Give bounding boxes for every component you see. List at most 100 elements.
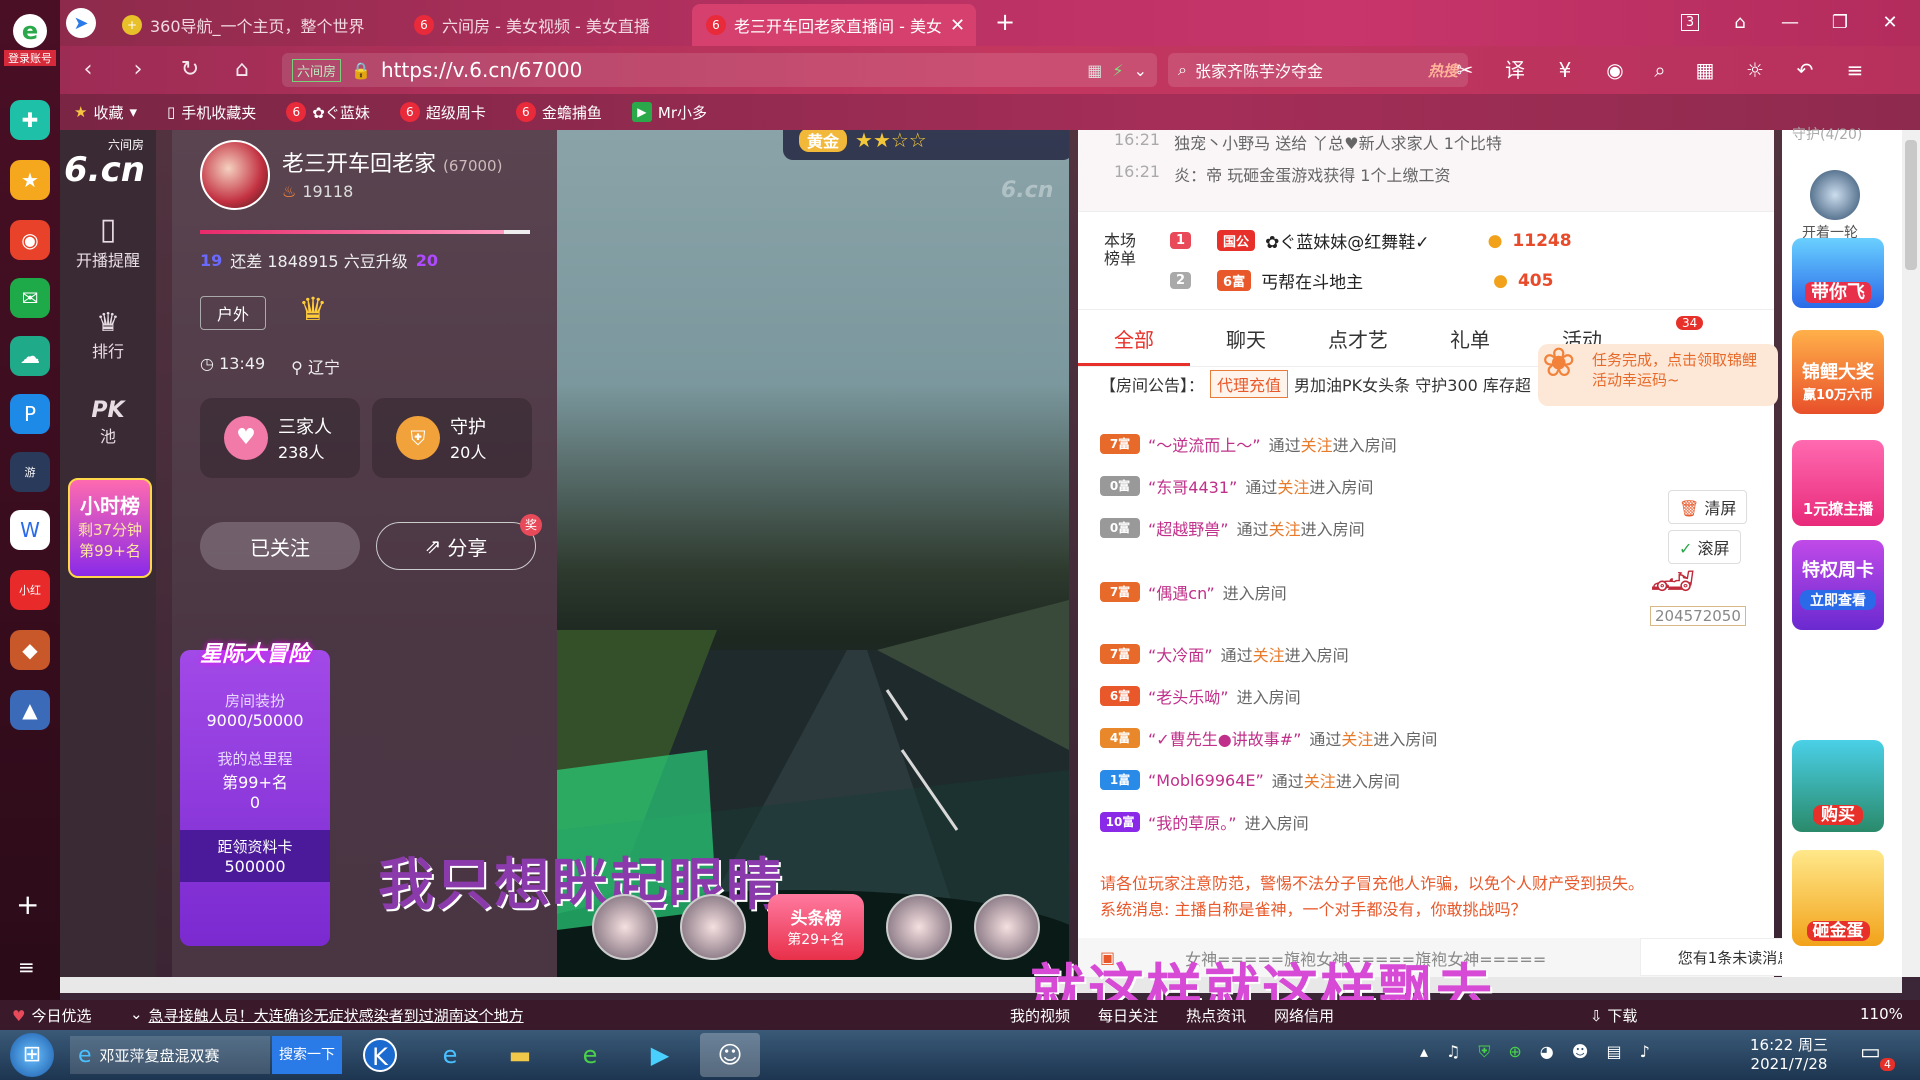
- hot-news-link[interactable]: 热点资讯: [1186, 1005, 1246, 1026]
- news-ticker[interactable]: ⌄ 急寻接触人员！大连确诊无症状感染者到过湖南这个地方: [130, 1005, 524, 1026]
- horizontal-scrollbar[interactable]: [60, 977, 1902, 993]
- action-center-icon[interactable]: ▭: [1860, 1040, 1881, 1065]
- chat-username[interactable]: “老头乐呦”: [1148, 684, 1229, 708]
- tray-arrow-icon[interactable]: ▴: [1420, 1042, 1428, 1062]
- restore-icon[interactable]: ❐: [1820, 8, 1860, 38]
- zoom-level[interactable]: 110%: [1860, 1005, 1903, 1023]
- search-input[interactable]: 张家齐陈芋汐夺金: [1195, 58, 1323, 82]
- followed-button[interactable]: 已关注: [200, 522, 360, 570]
- guard-card[interactable]: ⛨ 守护 20人: [372, 398, 532, 478]
- qr-icon[interactable]: ▦: [1087, 61, 1102, 80]
- clear-screen-button[interactable]: 🗑 清屏: [1668, 490, 1748, 524]
- headline-rank-badge[interactable]: 头条榜 第29+名: [768, 894, 864, 960]
- new-tab-icon[interactable]: +: [990, 8, 1020, 38]
- tab-talent[interactable]: 点才艺: [1302, 314, 1414, 366]
- menu-icon[interactable]: ≡: [1840, 56, 1870, 84]
- add-app-icon[interactable]: +: [16, 888, 39, 921]
- chat-username[interactable]: “～逆流而上～”: [1148, 432, 1261, 456]
- home-icon[interactable]: ⌂: [226, 54, 258, 86]
- tab-chat[interactable]: 聊天: [1190, 314, 1302, 366]
- favorites-star-icon[interactable]: ★: [10, 160, 50, 200]
- volume-icon[interactable]: ♪: [1640, 1042, 1650, 1062]
- plus-circle-icon[interactable]: ⊕: [1508, 1042, 1521, 1062]
- minimize-icon[interactable]: —: [1770, 8, 1810, 38]
- qq-icon[interactable]: ◕: [1540, 1042, 1554, 1062]
- brightness-icon[interactable]: ☼: [1740, 56, 1770, 84]
- chat-username[interactable]: “✓曹先生●讲故事#”: [1148, 726, 1301, 750]
- network-icon[interactable]: ▤: [1606, 1042, 1621, 1062]
- chat-username[interactable]: “我的草原。”: [1148, 810, 1237, 834]
- game-app-icon[interactable]: 游: [10, 452, 50, 492]
- download-link[interactable]: ⇩ 下载: [1590, 1005, 1637, 1026]
- scroll-screen-button[interactable]: ✓ 滚屏: [1668, 530, 1741, 564]
- promo-fly[interactable]: 带你飞: [1792, 238, 1884, 308]
- guard-avatar[interactable]: [1810, 170, 1860, 220]
- promo-buy[interactable]: 购买: [1792, 740, 1884, 832]
- clock[interactable]: 16:22 周三 2021/7/28: [1750, 1034, 1828, 1073]
- video-player-icon[interactable]: ▶: [630, 1033, 690, 1077]
- ranking-row[interactable]: 1 国公 ✿ぐ蓝妹妹@红舞鞋✓ ● 11248: [1170, 228, 1572, 253]
- follow-link[interactable]: 关注: [1277, 478, 1309, 497]
- send-icon[interactable]: ➤: [66, 8, 96, 38]
- tab-gift-list[interactable]: 礼单: [1414, 314, 1526, 366]
- bookmark-mobile[interactable]: ▯ 手机收藏夹: [167, 102, 256, 123]
- fan-avatar[interactable]: [680, 894, 746, 960]
- bookmark-weekly-card[interactable]: 6 超级周卡: [399, 102, 486, 123]
- search-button[interactable]: 搜索一下: [272, 1036, 342, 1074]
- host-avatar[interactable]: [200, 140, 270, 210]
- my-video-link[interactable]: 我的视频: [1010, 1005, 1070, 1026]
- sidebar-app-icon[interactable]: ✚: [10, 100, 50, 140]
- chat-username[interactable]: “东哥4431”: [1148, 474, 1237, 498]
- security-icon[interactable]: ⛨: [1478, 1042, 1490, 1062]
- 360-browser-icon[interactable]: e: [560, 1033, 620, 1077]
- follow-link[interactable]: 关注: [1269, 520, 1301, 539]
- p-app-icon[interactable]: P: [10, 394, 50, 434]
- list-icon[interactable]: ≡: [18, 955, 35, 979]
- adventure-card[interactable]: 星际大冒险 房间装扮 9000/50000 我的总里程 第99+名 0 距领资料…: [180, 642, 330, 946]
- flash-icon[interactable]: ⚡: [1112, 61, 1123, 80]
- daily-picks[interactable]: ♥ 今日优选: [12, 1005, 91, 1026]
- chevron-down-icon[interactable]: ⌄: [1134, 61, 1147, 80]
- mail-icon[interactable]: ✉: [10, 278, 50, 318]
- shop-app-icon[interactable]: 小红: [10, 570, 50, 610]
- coin-icon[interactable]: ¥: [1550, 56, 1580, 84]
- follow-link[interactable]: 关注: [1341, 730, 1373, 749]
- back-icon[interactable]: ‹: [72, 54, 104, 86]
- hourly-rank-card[interactable]: 小时榜 剩37分钟 第99+名: [68, 478, 152, 578]
- close-tab-icon[interactable]: ✕: [950, 15, 965, 36]
- follow-link[interactable]: 关注: [1253, 646, 1285, 665]
- address-bar[interactable]: 六间房 🔒 https://v.6.cn/67000 ▦ ⚡ ⌄: [282, 53, 1157, 87]
- start-button[interactable]: ⊞: [10, 1033, 54, 1077]
- promo-weekly-card[interactable]: 特权周卡 立即查看: [1792, 540, 1884, 630]
- ranking-title[interactable]: 本场榜单: [1102, 232, 1138, 268]
- cloud-icon[interactable]: ☁: [10, 336, 50, 376]
- category-tag[interactable]: 户外: [200, 296, 267, 330]
- chat-username[interactable]: “超越野兽”: [1148, 516, 1229, 540]
- bell-icon[interactable]: ♫: [1446, 1042, 1460, 1062]
- tab-360nav[interactable]: + 360导航_一个主页，整个世界: [108, 4, 398, 46]
- bookmark-lanmei[interactable]: 6 ✿ぐ蓝妹: [286, 102, 370, 123]
- ie-taskbar-icon[interactable]: e: [420, 1033, 480, 1077]
- k-app-icon[interactable]: K: [350, 1033, 410, 1077]
- game-taskbar-icon[interactable]: ☺: [700, 1033, 760, 1077]
- page-scrollbar[interactable]: [1902, 130, 1920, 977]
- search-box[interactable]: ⌕ 张家齐陈芋汐夺金 热搜: [1168, 53, 1468, 87]
- word-doc-icon[interactable]: W: [10, 510, 50, 550]
- family-card[interactable]: ♥ 三家人 238人: [200, 398, 360, 478]
- tab-count-icon[interactable]: 3: [1670, 8, 1710, 38]
- follow-link[interactable]: 关注: [1301, 436, 1333, 455]
- tab-live-room[interactable]: 6 老三开车回老家直播间 - 美女 ✕: [692, 4, 976, 46]
- credit-link[interactable]: 网络信用: [1274, 1005, 1334, 1026]
- nav-pk-pool[interactable]: PK 池: [60, 398, 156, 447]
- tab-all[interactable]: 全部: [1078, 314, 1190, 366]
- ranking-row[interactable]: 2 6富 丐帮在斗地主 ● 405: [1170, 268, 1553, 293]
- bookmark-favorites[interactable]: ★ 收藏 ▾: [74, 102, 137, 123]
- skin-icon[interactable]: ⌂: [1720, 8, 1760, 38]
- chat-username[interactable]: “Mobl69964E”: [1148, 771, 1264, 790]
- promo-golden-egg[interactable]: 砸金蛋: [1792, 850, 1884, 946]
- fan-avatar[interactable]: [592, 894, 658, 960]
- chat-username[interactable]: “大冷面”: [1148, 642, 1213, 666]
- refresh-icon[interactable]: ↻: [174, 54, 206, 86]
- game2-app-icon[interactable]: ◆: [10, 630, 50, 670]
- chat-username[interactable]: “偶遇cn”: [1148, 580, 1215, 604]
